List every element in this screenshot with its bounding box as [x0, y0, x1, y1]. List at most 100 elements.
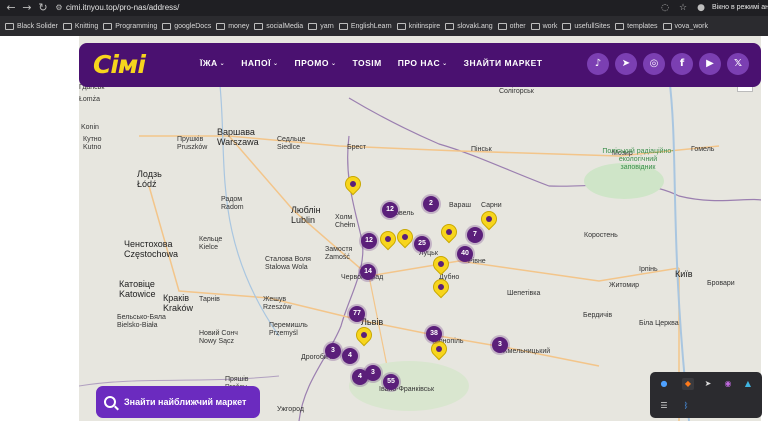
find-nearest-market-button[interactable]: Знайти найближчий маркет	[96, 386, 260, 418]
facebook-icon[interactable]: f	[671, 53, 693, 75]
instagram-icon[interactable]: ◎	[643, 53, 665, 75]
bookmark-folder[interactable]: socialMedia	[254, 22, 303, 30]
folder-icon	[254, 22, 264, 30]
market-cluster[interactable]: 55	[383, 374, 399, 390]
telegram-icon[interactable]: ➤	[615, 53, 637, 75]
map-city-label: Пряшів	[225, 376, 249, 383]
menu-item-label: ПРО НАС	[397, 58, 441, 68]
map-city-label: Radom	[221, 204, 244, 211]
market-cluster[interactable]: 14	[360, 264, 376, 280]
bookmark-folder[interactable]: yarn	[308, 22, 334, 30]
site-info-icon[interactable]: ⚙	[54, 2, 64, 14]
bluetooth-tray-icon[interactable]: ᛒ	[680, 400, 692, 412]
market-cluster[interactable]: 77	[349, 306, 365, 322]
chevron-down-icon: ⌄	[330, 59, 337, 67]
folder-icon	[5, 22, 14, 30]
market-cluster[interactable]: 38	[426, 326, 442, 342]
forward-icon[interactable]: →	[20, 1, 34, 15]
map-city-label: Kraków	[163, 303, 194, 313]
map-city-label: Люблін	[291, 205, 321, 215]
bookmark-star-icon[interactable]: ☆	[676, 1, 690, 15]
bookmark-label: Programming	[115, 22, 158, 30]
eye-off-icon[interactable]: ◌	[658, 1, 672, 15]
map[interactable]: ГданськСолігорськBiałystokŁomżaKoninКутн…	[79, 36, 767, 421]
map-city-label: Katowice	[119, 289, 156, 299]
bookmark-folder[interactable]: vova_work	[662, 22, 708, 30]
folder-icon	[308, 22, 318, 30]
bookmark-folder[interactable]: googleDocs	[162, 22, 211, 30]
search-icon	[104, 396, 116, 408]
site-logo[interactable]: Сімі	[93, 49, 146, 81]
right-edge	[761, 36, 768, 421]
map-city-label: Łódź	[137, 179, 157, 189]
firefox-tray-icon[interactable]: ◆	[682, 378, 694, 390]
map-city-label: Шепетівка	[507, 290, 541, 297]
market-cluster[interactable]: 4	[352, 369, 368, 385]
viber-tray-icon[interactable]: ◉	[722, 378, 734, 390]
back-icon[interactable]: ←	[4, 1, 18, 15]
bookmark-folder[interactable]: money	[216, 22, 249, 30]
folder-icon	[396, 22, 406, 30]
map-city-label: Kielce	[199, 244, 219, 251]
bookmark-folder[interactable]: other	[497, 22, 526, 30]
reload-icon[interactable]: ↻	[36, 1, 50, 15]
bookmark-folder[interactable]: knitinspire	[396, 22, 441, 30]
bookmark-folder[interactable]: usefullSites	[562, 22, 610, 30]
market-cluster[interactable]: 40	[457, 246, 473, 262]
menu-item[interactable]: ЗНАЙТИ МАРКЕТ	[464, 58, 543, 68]
menu-item[interactable]: ЇЖА ⌄	[200, 58, 225, 68]
chevron-down-icon: ⌄	[272, 59, 279, 67]
bookmark-folder[interactable]: Black Solider	[5, 22, 58, 30]
bookmark-folder[interactable]: work	[530, 22, 557, 30]
map-city-label: Zamość	[325, 254, 350, 261]
market-cluster[interactable]: 25	[414, 236, 430, 252]
youtube-icon[interactable]: ▶	[699, 53, 721, 75]
market-cluster[interactable]: 3	[492, 337, 508, 353]
map-city-label: Новий Сонч	[199, 330, 238, 337]
market-cluster[interactable]: 12	[382, 202, 398, 218]
menu-item[interactable]: TOSIM	[352, 58, 381, 68]
menu-item[interactable]: ПРО НАС ⌄	[398, 58, 448, 68]
incognito-label: Вікно в режимі анонімного	[712, 4, 768, 11]
map-city-label: Кельце	[199, 236, 223, 243]
bookmark-folder[interactable]: Programming	[103, 22, 158, 30]
bookmark-folder[interactable]: Knitting	[62, 22, 98, 30]
menu-item-label: TOSIM	[352, 58, 382, 68]
map-city-label: Хмельницький	[503, 348, 551, 355]
bookmark-label: knitinspire	[408, 22, 441, 30]
map-city-label: Катовіце	[119, 279, 155, 289]
bookmark-folder[interactable]: slovakLang	[445, 22, 493, 30]
bookmark-folder[interactable]: templates	[615, 22, 658, 30]
menu-item-label: НАПОЇ	[241, 58, 271, 68]
address-bar[interactable]: cimi.itnyou.top/pro-nas/address/	[66, 2, 179, 14]
folder-icon	[162, 22, 172, 30]
app-tray-icon[interactable]: ▲	[742, 378, 754, 390]
map-city-label: Kutno	[83, 144, 102, 151]
map-city-label: Lublin	[291, 215, 316, 225]
bookmark-folder[interactable]: EnglishLearn	[338, 22, 392, 30]
menu-item-label: ЇЖА	[200, 58, 218, 68]
market-cluster[interactable]: 12	[361, 233, 377, 249]
incognito-icon: ●	[697, 3, 705, 13]
telegram-tray-icon[interactable]: ➤	[702, 378, 714, 390]
bookmark-label: EnglishLearn	[350, 22, 392, 30]
map-city-label: Варшава	[217, 127, 255, 137]
market-cluster[interactable]: 4	[342, 348, 358, 364]
market-cluster[interactable]: 3	[325, 343, 341, 359]
market-cluster[interactable]: 7	[467, 227, 483, 243]
map-city-label: Częstochowa	[124, 249, 179, 259]
folder-icon	[662, 22, 672, 30]
x-icon[interactable]: 𝕏	[727, 53, 749, 75]
map-city-label: Бердичів	[583, 312, 613, 319]
settings-tray-icon[interactable]: ☰	[658, 400, 670, 412]
tiktok-icon[interactable]: ♪	[587, 53, 609, 75]
map-city-label: Брест	[347, 144, 367, 151]
chrome-tray-icon[interactable]: ●	[658, 378, 670, 390]
map-city-label: Ірпінь	[639, 266, 658, 273]
map-city-label: Siedlce	[277, 144, 300, 151]
menu-item[interactable]: НАПОЇ ⌄	[241, 58, 278, 68]
map-city-label: Przemyśl	[269, 330, 298, 337]
menu-item[interactable]: ПРОМО ⌄	[294, 58, 336, 68]
folder-icon	[497, 22, 507, 30]
market-cluster[interactable]: 2	[423, 196, 439, 212]
